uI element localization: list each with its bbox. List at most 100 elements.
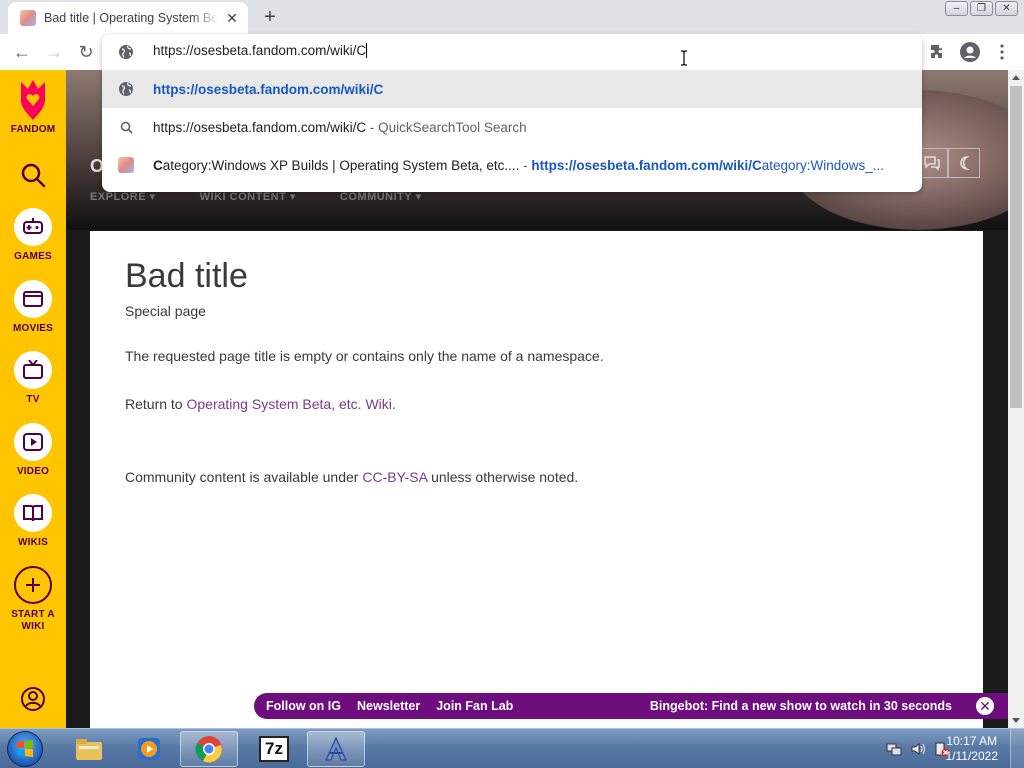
license-link[interactable]: CC-BY-SA <box>362 469 427 485</box>
suggestion-item[interactable]: Category:Windows XP Builds | Operating S… <box>102 146 922 184</box>
globe-icon <box>118 81 134 97</box>
show-desktop-button[interactable] <box>1010 729 1024 768</box>
chrome-icon <box>195 736 222 763</box>
rail-item-games[interactable]: GAMES <box>0 208 66 263</box>
suggestion-item[interactable]: https://osesbeta.fandom.com/wiki/C <box>102 70 922 108</box>
fandom-logo[interactable]: FANDOM <box>0 78 66 136</box>
rail-item-tv[interactable]: TV <box>0 351 66 406</box>
scroll-down-arrow[interactable] <box>1012 718 1020 723</box>
address-bar[interactable]: https://osesbeta.fandom.com/wiki/C <box>102 34 922 70</box>
app-a-icon <box>325 736 347 761</box>
suggestion-url: https://osesbeta.fandom.com/wiki/C <box>153 81 384 97</box>
suggestion-search-query: https://osesbeta.fandom.com/wiki/C <box>153 119 367 135</box>
forward-button[interactable]: → <box>42 40 66 64</box>
join-fan-lab-link[interactable]: Join Fan Lab <box>436 699 513 713</box>
wikis-icon <box>14 494 52 532</box>
page-title: Bad title <box>125 257 248 295</box>
taskbar-7zip[interactable]: 7z <box>245 731 303 767</box>
suggestion-url-bold: https://osesbeta.fandom.com/wiki/C <box>531 157 762 173</box>
rail-item-movies[interactable]: MOVIES <box>0 280 66 335</box>
menu-icon[interactable] <box>990 40 1014 64</box>
mouse-ibeam-cursor-icon <box>681 50 687 66</box>
close-window-button[interactable]: ✕ <box>995 1 1018 16</box>
rail-item-video[interactable]: VIDEO <box>0 423 66 478</box>
clock-date: 1/11/2022 <box>945 749 999 763</box>
discussions-icon <box>924 156 940 171</box>
rail-label-start-a-wiki: START A WIKI <box>11 609 55 632</box>
rail-label-tv: TV <box>26 394 40 405</box>
fandom-heart-icon <box>21 80 45 120</box>
page-subtitle: Special page <box>125 303 206 319</box>
window-controls: – ❐ ✕ <box>945 1 1018 16</box>
text-caret <box>366 43 368 58</box>
rail-label-movies: MOVIES <box>12 323 54 334</box>
suggestion-item[interactable]: https://osesbeta.fandom.com/wiki/C - Qui… <box>102 108 922 146</box>
page-scrollbar[interactable] <box>1008 70 1024 728</box>
address-input[interactable]: https://osesbeta.fandom.com/wiki/C <box>153 43 368 58</box>
follow-on-ig-link[interactable]: Follow on IG <box>266 699 341 713</box>
bingebot-link[interactable]: Bingebot: Find a new show to watch in 30… <box>650 699 952 713</box>
volume-icon[interactable] <box>910 741 926 757</box>
promo-close-button[interactable]: ✕ <box>976 697 994 715</box>
user-icon <box>21 687 45 711</box>
system-clock[interactable]: 10:17 AM 1/11/2022 <box>946 734 999 764</box>
search-icon <box>21 163 46 188</box>
windows-logo-icon <box>17 740 33 757</box>
suggestion-separator: - <box>519 157 532 173</box>
theme-toggle-button[interactable] <box>948 148 980 178</box>
return-paragraph: Return to Operating System Beta, etc. Wi… <box>125 396 396 412</box>
tab-title: Bad title | Operating System Beta, etc. … <box>44 11 218 25</box>
newsletter-link[interactable]: Newsletter <box>357 699 420 713</box>
games-icon <box>14 208 52 246</box>
moon-icon <box>960 156 970 170</box>
windows-taskbar: 7z 10:17 AM 1/11/2022 <box>0 728 1024 768</box>
restore-button[interactable]: ❐ <box>970 1 993 16</box>
fandom-search[interactable] <box>0 162 66 188</box>
wiki-favicon-icon <box>118 157 134 173</box>
plus-icon <box>14 566 52 604</box>
reload-button[interactable]: ↻ <box>74 40 98 64</box>
tab-strip: Bad title | Operating System Beta, etc. … <box>0 0 1024 34</box>
license-prefix: Community content is available under <box>125 469 363 485</box>
minimize-button[interactable]: – <box>945 1 968 16</box>
browser-tab[interactable]: Bad title | Operating System Beta, etc. … <box>8 2 248 34</box>
taskbar-app-a[interactable] <box>307 731 365 767</box>
start-button[interactable] <box>7 731 43 767</box>
user-account-button[interactable] <box>0 686 66 712</box>
omnibox-dropdown: https://osesbeta.fandom.com/wiki/C https… <box>102 34 922 192</box>
fandom-global-nav: FANDOM GAMES MOVIES TV VIDEO WIKIS START… <box>0 70 66 728</box>
rail-item-start-a-wiki[interactable]: START A WIKI <box>0 566 66 633</box>
rail-label-games: GAMES <box>14 251 52 262</box>
return-suffix: . <box>391 396 396 412</box>
media-player-icon <box>138 738 160 760</box>
error-message: The requested page title is empty or con… <box>125 348 604 364</box>
suggestion-title-bold: C <box>153 157 163 173</box>
fan-feed-promo-bar: Follow on IG Newsletter Join Fan Lab Bin… <box>254 693 1008 719</box>
new-tab-button[interactable]: + <box>258 6 282 30</box>
address-input-value: https://osesbeta.fandom.com/wiki/C <box>153 43 367 58</box>
return-link[interactable]: Operating System Beta, etc. Wiki <box>186 396 391 412</box>
search-icon <box>118 119 134 135</box>
return-prefix: Return to <box>125 396 187 412</box>
extensions-icon[interactable] <box>926 40 950 64</box>
suggestion-history: Category:Windows XP Builds | Operating S… <box>153 158 884 173</box>
rail-label-video: VIDEO <box>16 466 50 477</box>
explorer-icon <box>76 739 102 760</box>
back-button[interactable]: ← <box>10 40 34 64</box>
scroll-up-arrow[interactable] <box>1012 75 1020 80</box>
rail-item-wikis[interactable]: WIKIS <box>0 494 66 549</box>
tv-icon <box>14 351 52 389</box>
taskbar-explorer[interactable] <box>60 731 118 767</box>
clock-time: 10:17 AM <box>946 734 998 748</box>
network-icon[interactable] <box>886 741 902 757</box>
scrollbar-thumb[interactable] <box>1010 86 1022 408</box>
taskbar-media-player[interactable] <box>120 731 178 767</box>
tab-close-icon[interactable]: ✕ <box>224 10 240 26</box>
suggestion-search-engine: - QuickSearchTool Search <box>366 119 527 135</box>
taskbar-chrome[interactable] <box>180 731 238 767</box>
profile-icon[interactable] <box>958 40 982 64</box>
7zip-icon: 7z <box>259 736 289 762</box>
article-content: Bad title Special page The requested pag… <box>90 231 983 728</box>
globe-icon <box>119 45 133 59</box>
fandom-logo-label: FANDOM <box>10 124 56 135</box>
